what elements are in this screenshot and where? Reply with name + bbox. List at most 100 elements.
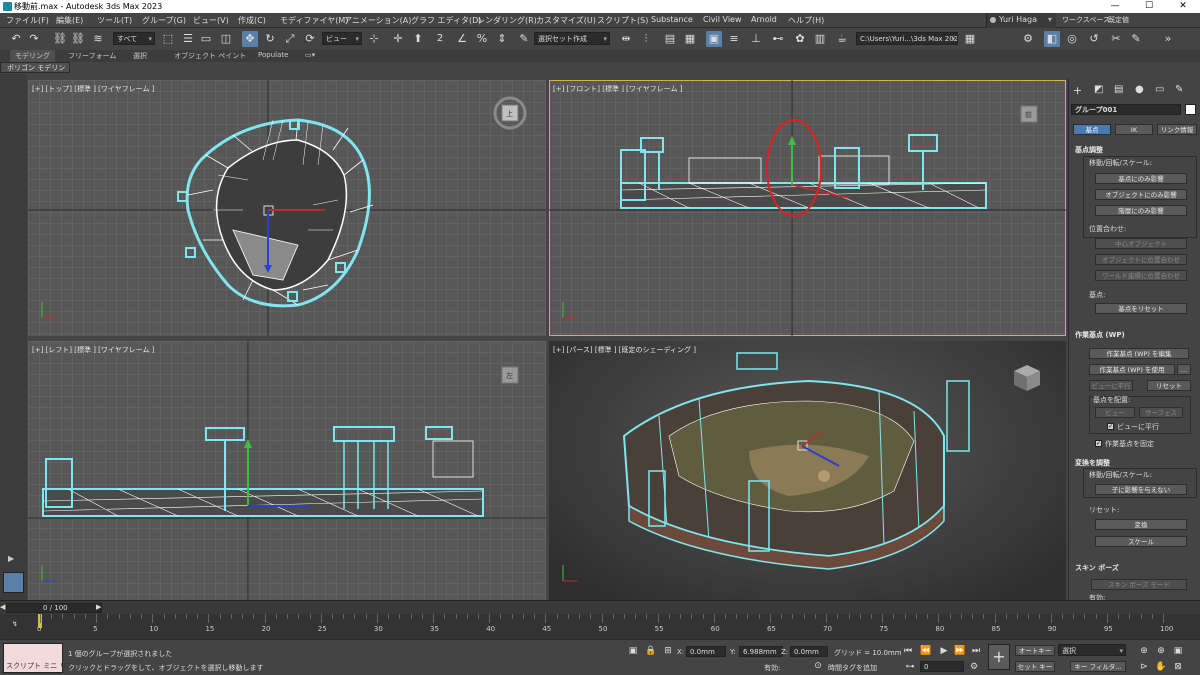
section-adjust-transform[interactable]: 変換を調整 <box>1075 458 1110 468</box>
ribbon-subtab[interactable]: ポリゴン モデリング <box>0 62 70 82</box>
affect-object-only-button[interactable]: オブジェクトにのみ影響 <box>1095 189 1187 200</box>
select-by-name-icon[interactable]: ☰ <box>180 31 196 47</box>
viewcube-top[interactable]: 上 <box>506 109 513 119</box>
rendered-frame-icon[interactable]: ▥ <box>812 31 828 47</box>
menu-customize[interactable]: カスタマイズ(U) <box>536 15 596 26</box>
viewport-perspective[interactable]: [+] [パース] [標準 ] [既定のシェーディング ] <box>549 341 1066 600</box>
use-working-pivot-button[interactable]: 作業基点 (WP) を使用 <box>1089 364 1175 375</box>
select-rotate-icon[interactable]: ↻ <box>262 31 278 47</box>
section-adjust-pivot[interactable]: 基点調整 <box>1075 145 1103 155</box>
menu-tools[interactable]: ツール(T) <box>97 15 132 26</box>
reset-wp-button[interactable]: リセット <box>1147 380 1191 391</box>
utilities-tab-icon[interactable]: ✎ <box>1175 84 1183 95</box>
key-filters-button[interactable]: キー フィルタ... <box>1070 661 1126 672</box>
y-coordinate-field[interactable]: 6.988mm <box>739 646 783 657</box>
unlink-icon[interactable]: ⛓ <box>70 31 86 47</box>
menu-group[interactable]: グループ(G) <box>142 15 186 26</box>
time-tag-icon[interactable]: ⊙ <box>812 660 824 672</box>
skin-pose-mode-button[interactable]: スキン ポーズ モード <box>1091 579 1187 590</box>
track-bar[interactable]: ↯ 0 5 10 15 20 25 30 35 40 45 50 55 60 65 70 75 80 85 90 95… <box>0 614 1200 639</box>
tab-ik[interactable]: IK <box>1115 124 1153 135</box>
maximize-viewport-icon[interactable]: ⊠ <box>1172 661 1184 673</box>
current-frame-field[interactable]: 0 <box>920 661 964 672</box>
add-time-tag[interactable]: 時間タグを追加 <box>828 663 877 673</box>
render-setup-icon[interactable]: ✿ <box>792 31 808 47</box>
key-mode-icon[interactable]: ⊶ <box>904 661 916 673</box>
angle-snap-icon[interactable]: ∠ <box>454 31 470 47</box>
pin-wp-checkbox[interactable]: ✓ <box>1095 440 1102 447</box>
edit-named-selection-icon[interactable]: ✎ <box>516 31 532 47</box>
motion-tab-icon[interactable]: ● <box>1135 84 1144 95</box>
project-path-dropdown[interactable]: C:\Users\Yuri...\3ds Max 2023 <box>856 32 958 45</box>
workspace-selector[interactable]: ワークスペース: 既定値 <box>1062 13 1200 28</box>
menu-create[interactable]: 作成(C) <box>238 15 266 26</box>
set-key-big-icon[interactable]: + <box>988 644 1010 670</box>
zoom-icon[interactable]: ⊕ <box>1138 645 1150 657</box>
snap-toggle-icon[interactable]: 2 <box>432 31 448 47</box>
pan-icon[interactable]: ✋ <box>1155 661 1167 673</box>
menu-animation[interactable]: アニメーション(A) <box>344 15 411 26</box>
overflow-icon[interactable]: » <box>1160 31 1176 47</box>
object-color-swatch[interactable] <box>1185 104 1196 115</box>
auto-key-button[interactable]: オートキー <box>1015 645 1055 656</box>
menu-civil-view[interactable]: Civil View <box>703 15 742 24</box>
align-to-world-button[interactable]: ワールド座標に位置合わせ <box>1095 270 1187 281</box>
undo-icon[interactable]: ↶ <box>8 31 24 47</box>
menu-graph-editors[interactable]: グラフ エディタ(D) <box>411 15 481 26</box>
menu-view[interactable]: ビュー(V) <box>193 15 229 26</box>
viewport-top[interactable]: [+] [トップ] [標準 ] [ワイヤフレーム ] 上 <box>28 80 546 336</box>
menu-rendering[interactable]: レンダリング(R) <box>477 15 537 26</box>
selection-filter-dropdown[interactable]: すべて <box>113 32 155 45</box>
isolate-selection-icon[interactable]: ▣ <box>627 645 639 657</box>
ribbon-tab-populate[interactable]: Populate <box>258 51 288 59</box>
absolute-mode-icon[interactable]: ⊞ <box>662 645 674 657</box>
time-config-icon[interactable]: ⚙ <box>968 661 980 673</box>
goto-end-icon[interactable]: ⏭ <box>970 645 982 657</box>
ribbon-tab-object-paint[interactable]: オブジェクト ペイント <box>174 51 246 61</box>
place-surface-button[interactable]: サーフェス <box>1139 407 1183 418</box>
keyboard-shortcut-icon[interactable]: ⬆ <box>410 31 426 47</box>
working-pivot-more-button[interactable]: ... <box>1177 364 1191 375</box>
scene-explorer-icon[interactable]: ▤ <box>662 31 678 47</box>
create-tab-icon[interactable]: + <box>1073 84 1082 97</box>
modify-tab-icon[interactable]: ◩ <box>1094 84 1103 95</box>
display-tab-icon[interactable]: ▭ <box>1155 84 1164 95</box>
center-to-object-button[interactable]: 中心オブジェクト <box>1095 238 1187 249</box>
toggle-ribbon-icon[interactable]: ▣ <box>706 31 722 47</box>
named-selection-dropdown[interactable]: 選択セット作成 <box>534 32 610 45</box>
menu-file[interactable]: ファイル(F) <box>6 15 49 26</box>
dont-affect-children-button[interactable]: 子に影響を与えない <box>1095 484 1187 495</box>
rect-selection-icon[interactable]: ▭ <box>198 31 214 47</box>
align-icon[interactable]: ⫶ <box>638 31 654 47</box>
auto-key-selection-dropdown[interactable]: 選択 <box>1058 644 1126 656</box>
section-working-pivot[interactable]: 作業基点 (WP) <box>1075 330 1125 340</box>
prev-frame-icon[interactable]: ◀ <box>0 603 5 611</box>
menu-help[interactable]: ヘルプ(H) <box>788 15 824 26</box>
reset-pivot-button[interactable]: 基点をリセット <box>1095 303 1187 314</box>
command-panel-icon[interactable]: ◧ <box>1044 31 1060 47</box>
window-crossing-icon[interactable]: ◫ <box>218 31 234 47</box>
spinner-snap-icon[interactable]: ⇕ <box>494 31 510 47</box>
set-key-button[interactable]: セット キー <box>1015 661 1055 672</box>
next-frame-icon[interactable]: ▶ <box>96 603 101 611</box>
material-editor-icon[interactable]: ⊷ <box>770 31 786 47</box>
mirror-icon[interactable]: ⇹ <box>618 31 634 47</box>
menu-substance[interactable]: Substance <box>651 15 693 24</box>
cloud-icon[interactable]: ◎ <box>1064 31 1080 47</box>
select-manipulate-icon[interactable]: ✛ <box>390 31 406 47</box>
tab-pivot[interactable]: 基点 <box>1073 124 1111 135</box>
viewport-layout-icon[interactable] <box>3 572 24 593</box>
maximize-button[interactable]: ☐ <box>1132 0 1166 13</box>
goto-start-icon[interactable]: ⏮ <box>902 645 914 657</box>
place-view-button[interactable]: ビュー <box>1095 407 1135 418</box>
affect-hierarchy-only-button[interactable]: 階層にのみ影響 <box>1095 205 1187 216</box>
ribbon-tab-selection[interactable]: 選択 <box>133 51 147 61</box>
render-production-icon[interactable]: ☕ <box>834 31 850 47</box>
play-icon[interactable]: ▶ <box>938 645 950 657</box>
pivot-center-icon[interactable]: ⊹ <box>366 31 382 47</box>
zoom-all-icon[interactable]: ⊕ <box>1155 645 1167 657</box>
user-account[interactable]: Yuri Haga ▾ <box>986 13 1056 28</box>
redo-icon[interactable]: ↷ <box>26 31 42 47</box>
menu-modifiers[interactable]: モディファイヤ(M) <box>280 15 348 26</box>
track-bar-toggle-icon[interactable]: ↯ <box>12 620 18 628</box>
